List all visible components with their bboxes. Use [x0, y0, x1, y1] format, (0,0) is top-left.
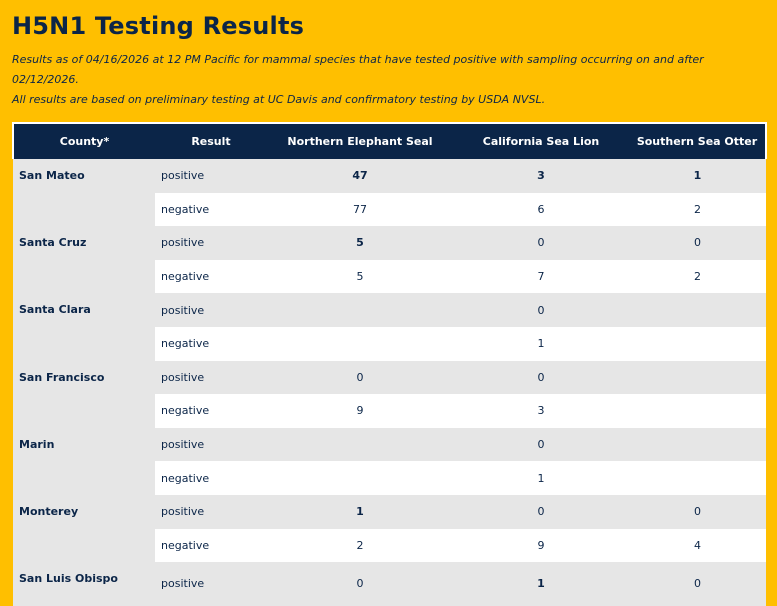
count-cell: [267, 326, 453, 361]
page-title: H5N1 Testing Results: [12, 12, 305, 40]
table-row: Santa Cruz positive 5 0 0: [13, 226, 766, 294]
count-cell: 1: [453, 326, 629, 361]
table-header-row: County* Result Northern Elephant Seal Ca…: [12, 122, 767, 159]
count-cell: 7: [453, 259, 629, 294]
table-row: Monterey positive 1 0 0: [13, 494, 766, 563]
count-cell: 0: [453, 293, 629, 327]
count-cell: 1: [453, 562, 629, 606]
page-container: H5N1 Testing Results Results as of 04/16…: [0, 0, 777, 606]
results-note: Results as of 04/16/2026 at 12 PM Pacifi…: [12, 50, 765, 110]
county-cell: San Luis Obispo: [13, 562, 155, 606]
table-row: San Francisco positive 0 0: [13, 360, 766, 428]
count-cell: 0: [629, 494, 766, 529]
county-cell: Santa Cruz: [13, 226, 155, 294]
county-cell: Monterey: [13, 494, 155, 563]
column-header-california-sea-lion: California Sea Lion: [453, 122, 629, 159]
count-cell: [629, 427, 766, 462]
count-cell: 9: [267, 394, 453, 428]
count-cell: 0: [629, 562, 766, 606]
count-cell: 5: [267, 259, 453, 294]
column-header-northern-elephant-seal: Northern Elephant Seal: [267, 122, 453, 159]
result-cell: negative: [155, 259, 267, 294]
count-cell: 0: [267, 360, 453, 395]
table-row: Santa Clara positive 0: [13, 293, 766, 361]
table-body: San Mateo positive 47 3 1 negative 77 6 …: [13, 159, 766, 606]
count-cell: 0: [453, 226, 629, 260]
result-cell: negative: [155, 528, 267, 563]
result-cell: negative: [155, 461, 267, 495]
count-cell: 77: [267, 192, 453, 227]
county-cell: Santa Clara: [13, 293, 155, 361]
count-cell: [629, 461, 766, 495]
count-cell: 9: [453, 528, 629, 563]
column-header-county: County*: [12, 122, 155, 159]
column-header-southern-sea-otter: Southern Sea Otter: [629, 122, 767, 159]
count-cell: 1: [453, 461, 629, 495]
count-cell: [629, 394, 766, 428]
count-cell: 0: [453, 360, 629, 395]
count-cell: 3: [453, 394, 629, 428]
result-cell: positive: [155, 494, 267, 529]
results-table: County* Result Northern Elephant Seal Ca…: [12, 122, 767, 606]
count-cell: [267, 427, 453, 462]
count-cell: 2: [267, 528, 453, 563]
count-cell: 2: [629, 192, 766, 227]
count-cell: [267, 293, 453, 327]
count-cell: [629, 360, 766, 395]
result-cell: positive: [155, 293, 267, 327]
result-cell: positive: [155, 427, 267, 462]
table-row: San Mateo positive 47 3 1: [13, 159, 766, 227]
result-cell: positive: [155, 562, 267, 606]
count-cell: [267, 461, 453, 495]
count-cell: 1: [267, 494, 453, 529]
count-cell: 3: [453, 159, 629, 193]
count-cell: 2: [629, 259, 766, 294]
results-note-testing: All results are based on preliminary tes…: [12, 93, 546, 106]
count-cell: 4: [629, 528, 766, 563]
result-cell: positive: [155, 360, 267, 395]
result-cell: negative: [155, 326, 267, 361]
county-cell: San Mateo: [13, 159, 155, 227]
count-cell: [629, 293, 766, 327]
result-cell: positive: [155, 226, 267, 260]
count-cell: 1: [629, 159, 766, 193]
column-header-result: Result: [155, 122, 267, 159]
count-cell: 0: [629, 226, 766, 260]
county-cell: San Francisco: [13, 360, 155, 428]
count-cell: 5: [267, 226, 453, 260]
count-cell: 0: [453, 427, 629, 462]
result-cell: negative: [155, 192, 267, 227]
results-note-date: Results as of 04/16/2026 at 12 PM Pacifi…: [12, 53, 704, 86]
count-cell: 0: [453, 494, 629, 529]
result-cell: positive: [155, 159, 267, 193]
county-cell: Marin: [13, 427, 155, 495]
count-cell: 47: [267, 159, 453, 193]
table-row: San Luis Obispo positive 0 1 0: [13, 562, 766, 606]
count-cell: 0: [267, 562, 453, 606]
result-cell: negative: [155, 394, 267, 428]
count-cell: 6: [453, 192, 629, 227]
table-row: Marin positive 0: [13, 427, 766, 495]
count-cell: [629, 326, 766, 361]
